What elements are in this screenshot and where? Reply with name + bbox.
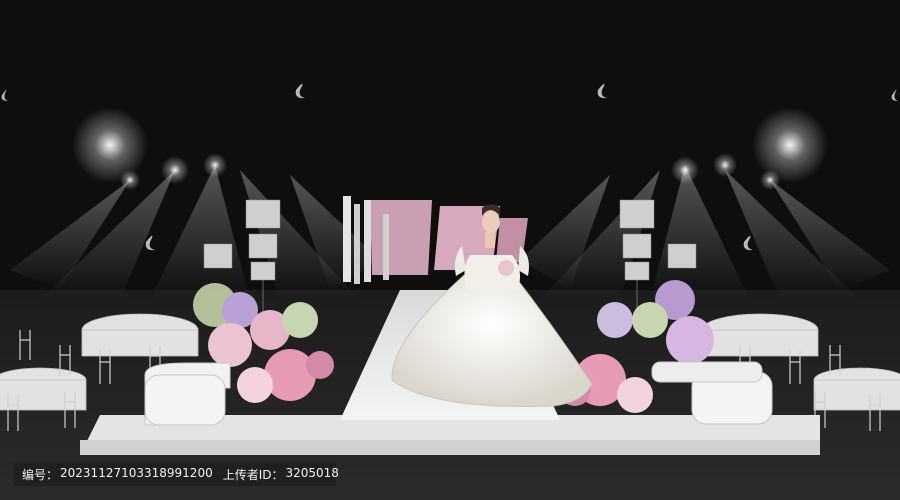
spotlight-glow-left	[72, 107, 148, 183]
watermark-id: 编号： 20231127103318991200	[22, 466, 213, 483]
wedding-scene: 编号： 20231127103318991200 上传者ID： 3205018	[0, 0, 900, 500]
watermark-id-value: 20231127103318991200	[60, 465, 213, 480]
spotlight-glow-right	[752, 107, 828, 183]
scene-illustration	[0, 0, 900, 500]
curved-bench-left	[144, 362, 231, 426]
watermark-uploader-value: 3205018	[285, 465, 339, 480]
watermark-id-label: 编号：	[22, 467, 59, 482]
watermark-uploader: 上传者ID： 3205018	[223, 466, 339, 483]
watermark-bar: 编号： 20231127103318991200 上传者ID： 3205018	[14, 462, 339, 486]
watermark-uploader-label: 上传者ID：	[222, 467, 284, 482]
spot-light	[713, 153, 737, 177]
